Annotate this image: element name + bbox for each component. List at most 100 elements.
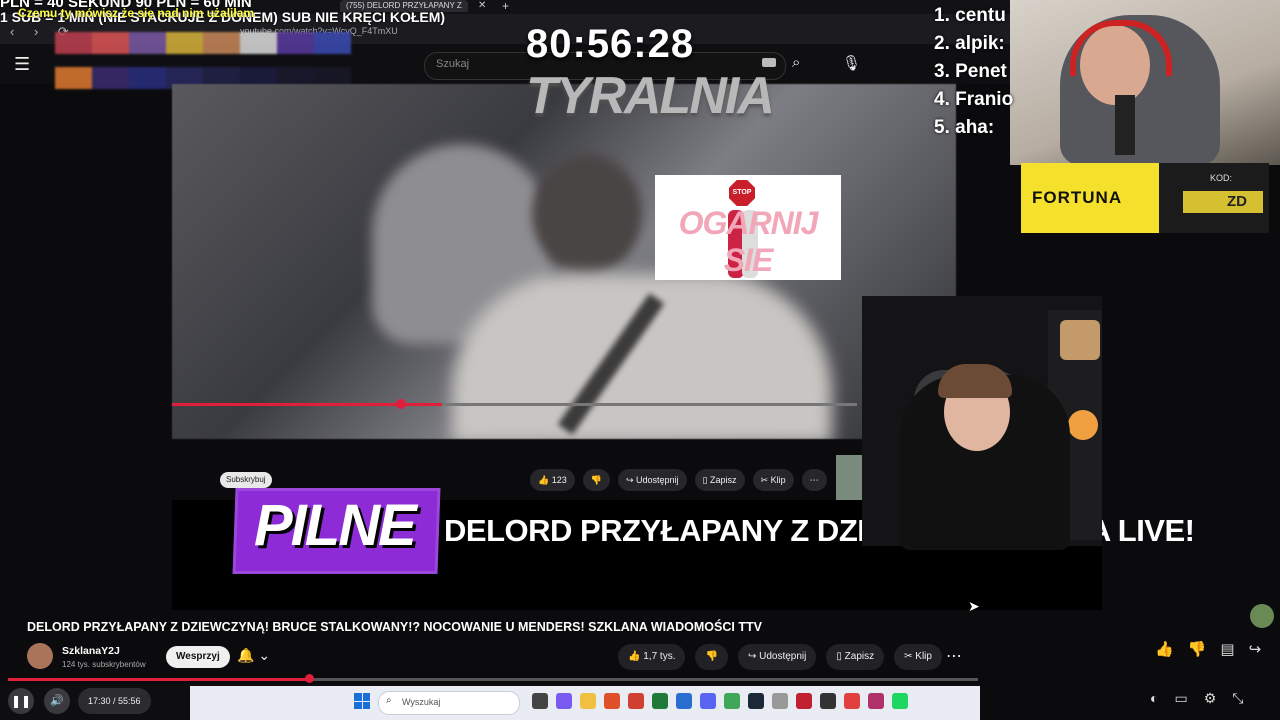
top-donor-5: 5. aha: bbox=[934, 117, 995, 138]
brave-icon[interactable] bbox=[604, 693, 620, 709]
facecam-secondary-hair bbox=[938, 364, 1012, 398]
embedded-share-button[interactable]: ↪ Udostępnij bbox=[617, 469, 687, 491]
scissors-icon: ✂ bbox=[904, 651, 916, 662]
breaking-badge-text: PILNE bbox=[254, 493, 417, 558]
support-button[interactable]: Wesprzyj bbox=[166, 646, 230, 668]
share-label: Udostępnij bbox=[759, 651, 807, 662]
video-blur-shirt bbox=[452, 274, 832, 439]
dislike-button[interactable]: 👎 bbox=[695, 644, 728, 670]
side-controls: 👍 👎 ▤ ↪ bbox=[1155, 640, 1261, 658]
app-icon-green[interactable] bbox=[724, 693, 740, 709]
player-progress-knob[interactable] bbox=[305, 674, 314, 683]
embedded-progress-track bbox=[442, 403, 857, 406]
spotify-icon[interactable] bbox=[892, 693, 908, 709]
embedded-save-button[interactable]: ▯ Zapisz bbox=[694, 469, 745, 491]
embedded-like-button[interactable]: 👍 123 bbox=[530, 469, 575, 491]
sponsor-code-label: KOD: bbox=[1210, 173, 1233, 183]
scissors-icon: ✂ bbox=[760, 475, 771, 485]
taskbar-search-input[interactable]: Wyszukaj bbox=[402, 697, 440, 707]
new-tab-icon[interactable]: + bbox=[502, 0, 509, 13]
embedded-dislike-button[interactable]: 👎 bbox=[582, 469, 610, 491]
top-donor-2: 2. alpik: bbox=[934, 33, 1005, 54]
like-button[interactable]: 👍 1,7 tys. bbox=[618, 644, 686, 670]
bell-icon[interactable]: 🔔 ⌄ bbox=[237, 647, 270, 664]
share-icon: ↪ bbox=[747, 651, 760, 662]
search-icon[interactable]: ⌕ bbox=[792, 54, 800, 71]
embedded-more-button[interactable]: ⋯ bbox=[801, 469, 827, 491]
store-icon[interactable] bbox=[676, 693, 692, 709]
excel-icon[interactable] bbox=[652, 693, 668, 709]
thumbs-up-icon[interactable]: 👍 bbox=[1155, 640, 1174, 658]
share-icon[interactable]: ↪ bbox=[1249, 640, 1262, 658]
embedded-clip-button[interactable]: ✂ Klip bbox=[752, 469, 794, 491]
autoplay-toggle-icon[interactable]: ◐ bbox=[1150, 690, 1158, 707]
thumbs-down-icon: 👎 bbox=[705, 651, 718, 662]
discord-icon[interactable] bbox=[700, 693, 716, 709]
thumbs-up-icon: 👍 bbox=[628, 651, 644, 662]
microphone-icon[interactable]: 🎙 bbox=[842, 54, 861, 72]
copilot-icon[interactable] bbox=[556, 693, 572, 709]
top-donor-3: 3. Penet bbox=[934, 61, 1007, 82]
share-button[interactable]: ↪ Udostępnij bbox=[737, 644, 817, 670]
embedded-actions: 👍 123 👎 ↪ Udostępnij ▯ Zapisz ✂ Klip ⋯ bbox=[530, 469, 827, 491]
video-title: DELORD PRZYŁAPANY Z DZIEWCZYNĄ! BRUCE ST… bbox=[27, 620, 762, 634]
stop-sign-icon: STOP bbox=[729, 180, 755, 206]
save-label: Zapisz bbox=[844, 651, 875, 662]
stream-brand: TYRALNIA bbox=[526, 67, 775, 125]
top-donor-4: 4. Franio bbox=[934, 89, 1014, 110]
app-icon-grey[interactable] bbox=[772, 693, 788, 709]
file-explorer-icon[interactable] bbox=[580, 693, 596, 709]
side-avatar[interactable] bbox=[1250, 604, 1274, 628]
embedded-save-label: Zapisz bbox=[710, 475, 737, 485]
mouse-cursor-icon: ➤ bbox=[968, 598, 980, 614]
thumbs-down-icon[interactable]: 👎 bbox=[1188, 640, 1207, 658]
sponsor-name: FORTUNA bbox=[1032, 188, 1123, 207]
embedded-like-count: 123 bbox=[551, 475, 567, 485]
subscriber-count: 124 tys. subskrybentów bbox=[62, 660, 146, 669]
taskbar-apps bbox=[532, 693, 908, 709]
steam-icon[interactable] bbox=[748, 693, 764, 709]
search-input[interactable]: Szukaj bbox=[436, 58, 469, 70]
more-options-icon[interactable]: ⋯ bbox=[946, 646, 962, 666]
avatar[interactable] bbox=[27, 643, 53, 669]
video-actions: 👍 1,7 tys. 👎 ↪ Udostępnij ▯ Zapisz ✂ Kli… bbox=[618, 644, 942, 670]
save-button[interactable]: ▯ Zapisz bbox=[826, 644, 885, 670]
bookmark-icon: ▯ bbox=[836, 651, 845, 662]
app-icon-red[interactable] bbox=[796, 693, 812, 709]
thumbs-up-icon: 👍 bbox=[538, 475, 552, 485]
stream-timer: 80:56:28 bbox=[526, 22, 695, 66]
app-icon-dark[interactable] bbox=[820, 693, 836, 709]
embedded-clip-label: Klip bbox=[770, 475, 786, 485]
fullscreen-icon[interactable]: ⤡ bbox=[1232, 690, 1243, 707]
windows-start-icon[interactable] bbox=[354, 693, 370, 709]
overlay-quote: Czemu ty mówisz że się nad nim użaliłam bbox=[18, 6, 255, 20]
like-count: 1,7 tys. bbox=[643, 651, 676, 662]
shelf-toy bbox=[1068, 410, 1098, 440]
comment-icon[interactable]: ▤ bbox=[1220, 640, 1234, 658]
gear-icon[interactable]: ⚙ bbox=[1204, 690, 1217, 707]
menu-icon[interactable]: ☰ bbox=[14, 54, 30, 75]
sponsor-code: ZD bbox=[1183, 191, 1263, 213]
close-tab-icon[interactable]: ✕ bbox=[478, 0, 486, 11]
subtitles-icon[interactable]: ▭ bbox=[1174, 690, 1187, 707]
player-right-controls: ◐ ▭ ⚙ ⤡ bbox=[1150, 690, 1243, 707]
pause-button[interactable]: ❚❚ bbox=[8, 688, 34, 714]
clip-button[interactable]: ✂ Klip bbox=[894, 644, 942, 670]
share-icon: ↪ bbox=[625, 475, 637, 485]
opera-icon[interactable] bbox=[628, 693, 644, 709]
app-icon-pink[interactable] bbox=[868, 693, 884, 709]
clip-label: Klip bbox=[915, 651, 932, 662]
top-donors-list: 1. centu 2. alpik: 3. Penet 4. Franio 5.… bbox=[934, 2, 1013, 142]
playback-time: 17:30 / 55:56 bbox=[78, 688, 151, 714]
player-progress-fill bbox=[8, 678, 309, 681]
embedded-progress-knob[interactable] bbox=[396, 399, 406, 409]
embedded-share-label: Udostępnij bbox=[636, 475, 679, 485]
task-view-icon[interactable] bbox=[532, 693, 548, 709]
bookmark-icon: ▯ bbox=[702, 475, 710, 485]
embedded-subscribe-button[interactable]: Subskrybuj bbox=[220, 472, 272, 488]
taskbar-search[interactable] bbox=[378, 691, 520, 715]
channel-name[interactable]: SzklanaY2J bbox=[62, 645, 120, 657]
shelf-figure bbox=[1060, 320, 1100, 360]
app-icon-red-2[interactable] bbox=[844, 693, 860, 709]
volume-icon[interactable]: 🔊 bbox=[44, 688, 70, 714]
